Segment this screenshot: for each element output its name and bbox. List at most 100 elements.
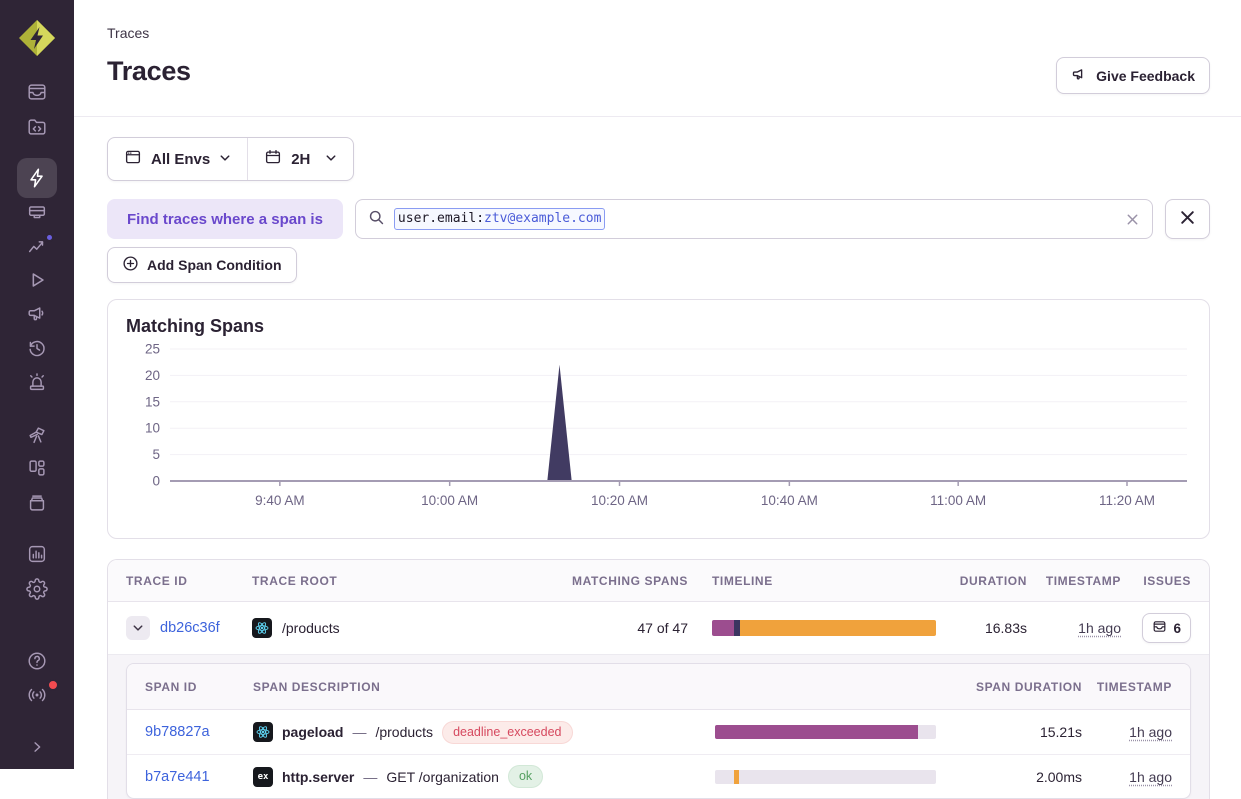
history-clock-icon xyxy=(26,337,48,359)
sidebar-item-archive[interactable] xyxy=(17,489,57,517)
col-timestamp: TIMESTAMP xyxy=(1046,574,1121,588)
add-span-condition-label: Add Span Condition xyxy=(147,257,282,273)
trace-issues-button[interactable]: 6 xyxy=(1142,613,1191,643)
remove-condition-button[interactable] xyxy=(1165,199,1210,239)
storage-box-icon xyxy=(26,492,48,514)
insights-notification-dot xyxy=(45,233,54,242)
col-issues: ISSUES xyxy=(1143,574,1191,588)
span-timestamp[interactable]: 1h ago xyxy=(1129,769,1172,785)
svg-text:10:40 AM: 10:40 AM xyxy=(761,493,818,508)
chevron-down-icon xyxy=(219,151,231,168)
sidebar-item-replays[interactable] xyxy=(17,266,57,294)
traces-page-body: All Envs 2H Find traces where a span is … xyxy=(74,117,1241,799)
sidebar-item-profiling[interactable] xyxy=(17,198,57,226)
svg-text:11:00 AM: 11:00 AM xyxy=(930,493,986,508)
span-condition-row: Find traces where a span is user.email:z… xyxy=(107,199,1210,239)
svg-text:0: 0 xyxy=(152,474,160,489)
spans-table: SPAN ID SPAN DESCRIPTION SPAN DURATION T… xyxy=(126,663,1191,799)
sidebar-item-releases[interactable] xyxy=(17,334,57,362)
sidebar-item-help[interactable] xyxy=(17,647,57,675)
broadcast-icon xyxy=(26,684,48,706)
sidebar-item-stats[interactable] xyxy=(17,540,57,568)
span-row: 9b78827a pageload — /products deadline_e… xyxy=(127,710,1190,754)
breadcrumb[interactable]: Traces xyxy=(107,25,149,41)
span-timeline-bar[interactable] xyxy=(715,770,936,784)
code-folder-icon xyxy=(26,116,48,138)
trace-issues-count: 6 xyxy=(1173,621,1181,636)
express-glyph: ex xyxy=(258,772,269,782)
collapse-trace-button[interactable] xyxy=(126,616,150,640)
sidebar-item-dashboards[interactable] xyxy=(17,454,57,482)
sidebar-item-issues[interactable] xyxy=(17,78,57,106)
search-token-value: ztv@example.com xyxy=(484,211,601,227)
sidebar-item-traces[interactable] xyxy=(17,158,57,198)
traces-table-header: TRACE ID TRACE ROOT MATCHING SPANS TIMEL… xyxy=(108,560,1209,602)
span-search-input[interactable]: user.email:ztv@example.com xyxy=(355,199,1153,239)
main-content: Traces Traces Give Feedback All Envs 2H … xyxy=(74,0,1241,799)
help-circle-icon xyxy=(26,650,48,672)
svg-text:10:20 AM: 10:20 AM xyxy=(591,493,648,508)
sidebar-item-projects[interactable] xyxy=(17,113,57,141)
col-span-timestamp: TIMESTAMP xyxy=(1097,680,1172,694)
trace-duration: 16.83s xyxy=(985,620,1027,636)
sidebar-item-settings[interactable] xyxy=(17,575,57,603)
search-token[interactable]: user.email:ztv@example.com xyxy=(394,208,606,230)
svg-text:5: 5 xyxy=(152,447,160,462)
matching-spans-chart[interactable]: 05101520259:40 AM10:00 AM10:20 AM10:40 A… xyxy=(126,339,1191,525)
calendar-icon xyxy=(264,148,282,170)
sidebar-item-alerts[interactable] xyxy=(17,368,57,396)
projector-icon xyxy=(26,201,48,223)
span-condition-prefix: Find traces where a span is xyxy=(107,199,343,239)
sidebar-item-insights[interactable] xyxy=(17,232,57,260)
trace-timestamp[interactable]: 1h ago xyxy=(1078,620,1121,636)
spans-table-header: SPAN ID SPAN DESCRIPTION SPAN DURATION T… xyxy=(127,664,1190,710)
issues-inbox-icon xyxy=(1152,619,1167,637)
col-span-description: SPAN DESCRIPTION xyxy=(253,680,695,694)
filter-bar: All Envs 2H xyxy=(107,137,354,181)
clear-search-icon[interactable] xyxy=(1125,212,1140,227)
window-icon xyxy=(124,148,142,170)
col-span-duration: SPAN DURATION xyxy=(976,680,1082,694)
give-feedback-label: Give Feedback xyxy=(1096,68,1195,84)
span-row: b7a7e441 ex http.server — GET /organizat… xyxy=(127,754,1190,798)
matching-spans-count: 47 of 47 xyxy=(637,620,688,636)
span-description[interactable]: GET /organization xyxy=(386,769,499,785)
col-duration: DURATION xyxy=(960,574,1027,588)
megaphone-icon xyxy=(1071,66,1088,86)
page-title: Traces xyxy=(107,56,191,87)
trace-timeline-bar[interactable] xyxy=(712,620,936,636)
trace-root-label[interactable]: /products xyxy=(282,620,340,636)
traces-table: TRACE ID TRACE ROOT MATCHING SPANS TIMEL… xyxy=(107,559,1210,799)
svg-text:25: 25 xyxy=(145,342,160,357)
close-icon xyxy=(1179,209,1196,229)
megaphone-icon xyxy=(26,303,48,325)
trace-row: db26c36f /products 47 of 47 16.83s 1h ag… xyxy=(108,602,1209,654)
span-timestamp[interactable]: 1h ago xyxy=(1129,724,1172,740)
environment-filter[interactable]: All Envs xyxy=(108,138,247,180)
sidebar-item-discover[interactable] xyxy=(17,421,57,449)
siren-icon xyxy=(26,371,48,393)
span-id-link[interactable]: 9b78827a xyxy=(145,724,233,740)
date-range-filter[interactable]: 2H xyxy=(248,138,353,180)
sidebar-collapse-toggle[interactable] xyxy=(17,733,57,761)
sidebar-nav xyxy=(0,60,74,769)
sentry-logo[interactable] xyxy=(15,16,59,60)
react-platform-icon xyxy=(252,618,272,638)
trace-details: SPAN ID SPAN DESCRIPTION SPAN DURATION T… xyxy=(108,654,1209,799)
span-id-link[interactable]: b7a7e441 xyxy=(145,769,233,785)
span-op: http.server xyxy=(282,769,354,785)
col-trace-id: TRACE ID xyxy=(126,574,228,588)
span-timeline-bar[interactable] xyxy=(715,725,936,739)
span-separator: — xyxy=(363,769,377,785)
issues-inbox-icon xyxy=(26,81,48,103)
svg-text:20: 20 xyxy=(145,368,160,383)
give-feedback-button[interactable]: Give Feedback xyxy=(1056,57,1210,94)
span-description[interactable]: /products xyxy=(375,724,433,740)
svg-text:15: 15 xyxy=(145,394,160,409)
svg-text:11:20 AM: 11:20 AM xyxy=(1099,493,1155,508)
col-matching-spans: MATCHING SPANS xyxy=(572,574,688,588)
sidebar-item-whats-new[interactable] xyxy=(17,681,57,709)
sidebar-item-feedback[interactable] xyxy=(17,300,57,328)
trace-id-link[interactable]: db26c36f xyxy=(160,620,220,636)
add-span-condition-button[interactable]: Add Span Condition xyxy=(107,247,297,283)
